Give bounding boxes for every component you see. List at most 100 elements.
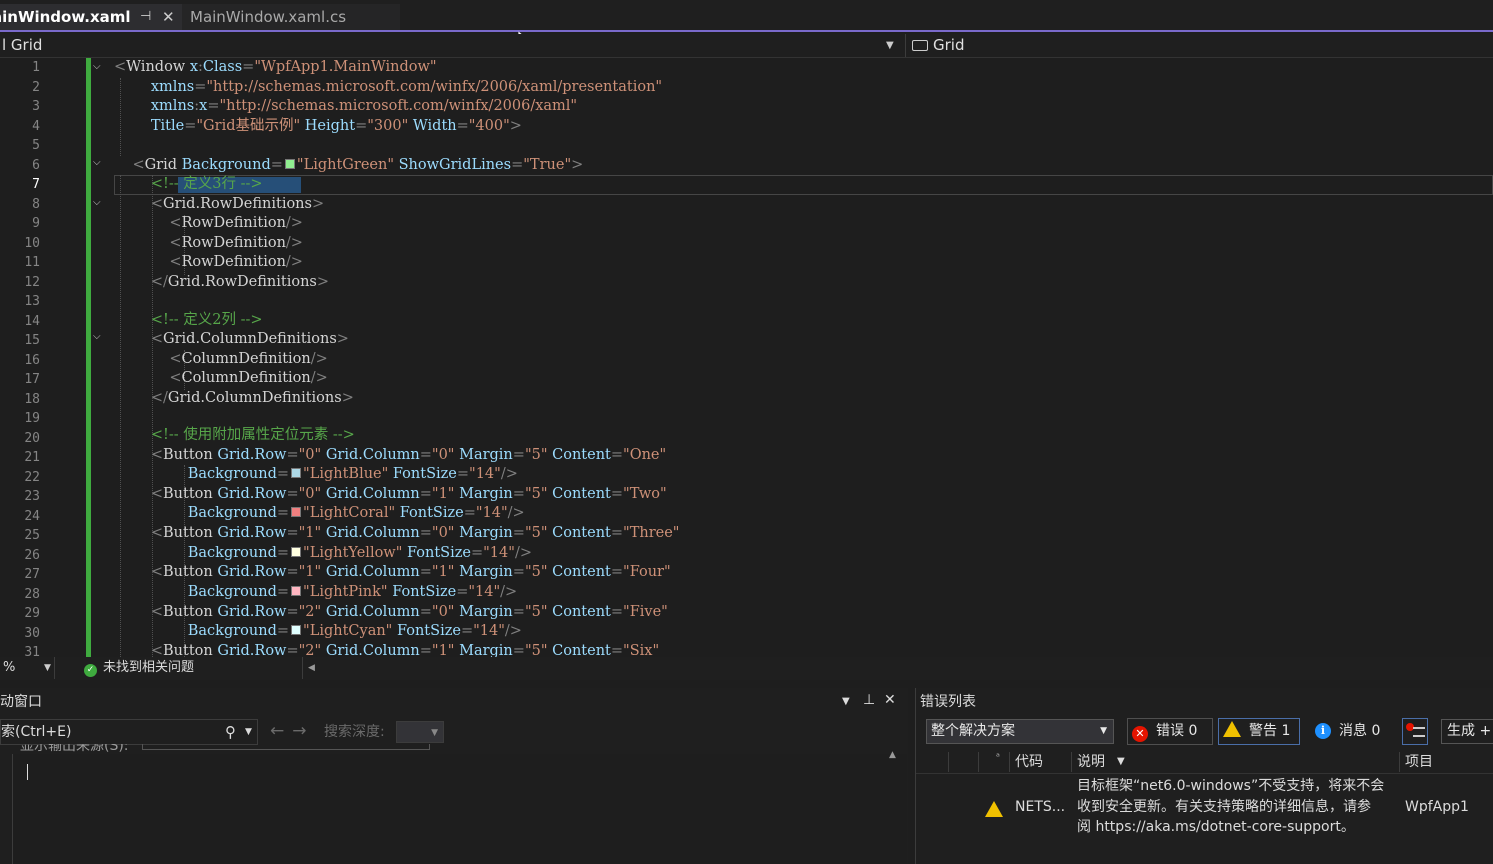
member-dropdown-label: Grid xyxy=(933,36,965,54)
line-number: 21 xyxy=(24,450,40,465)
search-placeholder: 索(Ctrl+E) xyxy=(1,724,72,740)
line-number: 5 xyxy=(32,138,40,153)
code-line: <Button Grid.Row="2" Grid.Column="1" Mar… xyxy=(150,643,660,657)
build-source-dropdown[interactable]: 生成 + xyxy=(1441,719,1493,744)
output-panel: 动窗口 ▼ ⊥ ✕ 索(Ctrl+E) ⚲ ▼ ←→ 搜索深度: ▼ 显示输出来… xyxy=(0,688,908,864)
tab-mainwindow-xaml[interactable]: ainWindow.xaml ⊣ ✕ xyxy=(0,4,182,30)
code-line: <!-- 定义2列 --> xyxy=(150,312,263,328)
line-number: 7 xyxy=(32,177,40,192)
code-line: <Grid.ColumnDefinitions> xyxy=(150,331,349,347)
chevron-down-icon: ▼ xyxy=(245,727,252,737)
code-line: <Button Grid.Row="0" Grid.Column="1" Mar… xyxy=(150,486,667,502)
color-swatch[interactable] xyxy=(291,586,302,596)
error-list-panel: 错误列表 整个解决方案 ▼ ✕ 错误 0 警告 1 i 消息 0 生成 + ᵃ 代码… xyxy=(915,688,1493,864)
code-editor[interactable]: 1 2 3 4 5 6 7 8 9 10 11 12 13 14 15 16 17 18 19 20 21 22 23 24 2… xyxy=(0,58,1493,657)
code-line: <Button Grid.Row="1" Grid.Column="0" Mar… xyxy=(150,525,680,541)
code-line: Background= "LightCoral" FontSize="14"/> xyxy=(187,505,525,521)
code-line: <RowDefinition/> xyxy=(169,254,303,270)
fold-chevron-icon[interactable]: ⌵ xyxy=(93,61,101,72)
filter-dropdown-icon[interactable]: ▼ xyxy=(1117,750,1125,774)
document-tab-bar: ainWindow.xaml ⊣ ✕ MainWindow.xaml.cs xyxy=(0,0,1493,32)
dropdown-arrow-icon[interactable]: ▼ xyxy=(842,696,850,707)
scope-dropdown[interactable]: 整个解决方案 ▼ xyxy=(926,719,1114,744)
code-line: <Grid Background= "LightGreen" ShowGridLi… xyxy=(132,156,584,173)
build-source-label: 生成 + xyxy=(1447,723,1492,739)
tab-mainwindow-xaml-cs[interactable]: MainWindow.xaml.cs xyxy=(182,4,400,30)
output-source-label: 显示输出来源(S): xyxy=(20,744,129,754)
code-line: <Button Grid.Row="0" Grid.Column="0" Mar… xyxy=(150,446,667,463)
code-text-area[interactable]: <Window x:Class="WpfApp1.MainWindow" xml… xyxy=(114,58,1493,657)
code-line: <ColumnDefinition/> xyxy=(169,350,328,367)
code-line: <Button Grid.Row="2" Grid.Column="0" Mar… xyxy=(150,604,668,620)
fold-chevron-icon[interactable]: ⌵ xyxy=(93,197,101,208)
line-number: 11 xyxy=(24,255,40,270)
close-icon[interactable]: ✕ xyxy=(884,692,896,708)
editor-status-bar: % ▼ ✓ 未找到相关问题 ◀ xyxy=(0,657,1493,680)
column-header-project[interactable]: 项目 xyxy=(1405,750,1433,774)
output-source-dropdown[interactable] xyxy=(142,744,430,750)
scope-value: 整个解决方案 xyxy=(931,723,1015,739)
warnings-label: 警告 1 xyxy=(1249,723,1291,739)
color-swatch[interactable] xyxy=(291,507,302,517)
pin-icon[interactable]: ⊣ xyxy=(140,4,151,30)
search-depth-dropdown[interactable]: ▼ xyxy=(396,721,444,743)
change-tracking-bar xyxy=(86,58,91,657)
issues-indicator[interactable]: ✓ 未找到相关问题 xyxy=(84,657,194,679)
line-number: 20 xyxy=(24,430,40,446)
line-number: 3 xyxy=(32,99,40,114)
error-description: 目标框架“net6.0-windows”不受支持，将来不会 收到安全更新。有关支… xyxy=(1077,778,1385,835)
line-number: 8 xyxy=(32,196,40,212)
sort-indicator-icon: ᵃ xyxy=(996,752,1000,763)
line-number: 17 xyxy=(24,372,40,387)
code-line: </Grid.ColumnDefinitions> xyxy=(150,389,354,406)
code-line: <ColumnDefinition/> xyxy=(169,370,328,386)
panel-title: 错误列表 xyxy=(920,694,976,710)
line-number: 25 xyxy=(24,528,40,543)
code-line: Background= "LightYellow" FontSize="14"/> xyxy=(187,545,532,561)
warnings-filter-button[interactable]: 警告 1 xyxy=(1218,718,1300,745)
color-swatch[interactable] xyxy=(291,547,302,557)
color-swatch[interactable] xyxy=(291,468,302,478)
line-number: 28 xyxy=(24,586,40,602)
zoom-dropdown[interactable]: % ▼ xyxy=(0,657,55,679)
warning-icon xyxy=(1223,721,1241,737)
scroll-up-arrow-icon[interactable]: ▲ xyxy=(889,750,896,760)
warning-icon xyxy=(985,801,1003,817)
line-number: 12 xyxy=(24,274,40,290)
line-number: 27 xyxy=(24,567,40,582)
color-swatch[interactable] xyxy=(284,158,295,169)
code-line: xmlns:x="http://schemas.microsoft.com/wi… xyxy=(150,98,578,114)
chevron-down-icon: ▼ xyxy=(886,40,894,51)
fold-chevron-icon[interactable]: ⌵ xyxy=(93,331,101,342)
member-dropdown[interactable]: Grid xyxy=(905,34,1493,57)
fold-chevron-icon[interactable]: ⌵ xyxy=(93,157,101,168)
errors-filter-button[interactable]: ✕ 错误 0 xyxy=(1127,718,1213,745)
search-nav-arrows[interactable]: ←→ xyxy=(270,719,315,743)
code-line: Background= "LightCyan" FontSize="14"/> xyxy=(187,623,522,639)
search-icon: ⚲ xyxy=(225,723,236,741)
line-number: 22 xyxy=(24,469,40,485)
color-swatch[interactable] xyxy=(291,625,302,635)
chevron-down-icon: ▼ xyxy=(431,728,438,738)
scroll-left-arrow-icon[interactable]: ◀ xyxy=(302,657,320,679)
tab-label: ainWindow.xaml xyxy=(0,8,131,26)
close-icon[interactable]: ✕ xyxy=(162,4,175,30)
column-header-code[interactable]: 代码 xyxy=(1015,750,1043,774)
code-line: Background= "LightPink" FontSize="14"/> xyxy=(187,584,518,600)
table-row[interactable]: NETS... 目标框架“net6.0-windows”不受支持，将来不会 收到… xyxy=(916,776,1493,842)
search-depth-label: 搜索深度: xyxy=(324,724,385,740)
code-line: <Window x:Class="WpfApp1.MainWindow" xyxy=(114,59,437,75)
filter-icon[interactable] xyxy=(1402,718,1428,745)
element-dropdown[interactable]: l Grid ▼ xyxy=(0,34,902,57)
tab-label: MainWindow.xaml.cs xyxy=(190,8,347,26)
chevron-down-icon: ▼ xyxy=(1100,726,1107,736)
output-text-area[interactable] xyxy=(12,754,907,864)
pin-icon[interactable]: ⊥ xyxy=(863,692,875,708)
line-number: 19 xyxy=(24,411,40,426)
column-header-description[interactable]: 说明 xyxy=(1077,750,1105,774)
search-input[interactable]: 索(Ctrl+E) ⚲ ▼ xyxy=(0,719,258,745)
line-number: 24 xyxy=(24,508,40,524)
messages-filter-button[interactable]: i 消息 0 xyxy=(1310,718,1386,745)
error-code: NETS... xyxy=(1015,799,1066,815)
line-number: 16 xyxy=(24,352,40,368)
